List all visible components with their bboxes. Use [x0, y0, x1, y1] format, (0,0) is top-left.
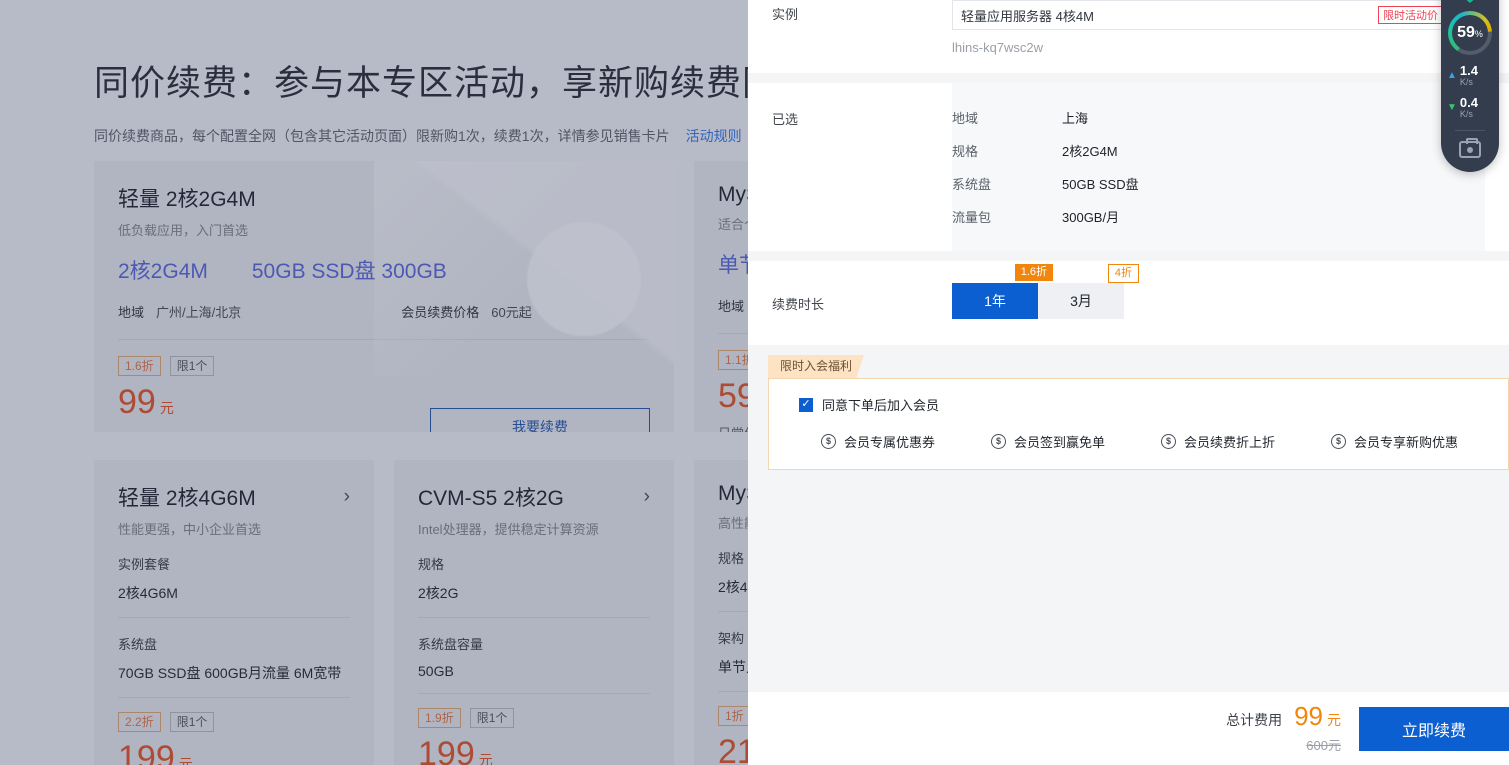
perk-label: 会员签到赢免单	[1014, 435, 1106, 450]
coin-icon: $	[1161, 434, 1176, 449]
instance-box[interactable]: 轻量应用服务器 4核4M 限时活动价	[952, 0, 1452, 30]
cpu-usage-text: 59%	[1457, 24, 1483, 42]
arrow-down-icon: ▼	[1447, 102, 1457, 114]
duration-tab-1year[interactable]: 1年 1.6折	[952, 264, 1053, 319]
list-item: $ 会员专享新购优惠	[1331, 432, 1501, 451]
download-speed-value: 0.4	[1459, 95, 1478, 111]
camera-icon[interactable]	[1459, 138, 1481, 159]
perk-label: 会员专享新购优惠	[1354, 435, 1459, 450]
selected-config-panel: 地域 上海 规格 2核2G4M 系统盘 50GB SSD盘 流量包 300GB/…	[952, 83, 1485, 251]
selected-row: 流量包 300GB/月	[952, 200, 1485, 233]
download-speed-unit: K/s	[1459, 108, 1473, 119]
total-label: 总计费用	[1226, 712, 1283, 728]
instance-name: 轻量应用服务器 4核4M	[961, 8, 1094, 24]
modal-instance-section: 实例 轻量应用服务器 4核4M 限时活动价 lhins-kq7wsc2w	[748, 0, 1509, 73]
modal-scroll-area[interactable]: 实例 轻量应用服务器 4核4M 限时活动价 lhins-kq7wsc2w 已选 …	[748, 0, 1509, 692]
duration-discount-badge: 4折	[1107, 264, 1139, 283]
cpu-usage-gauge[interactable]: 59%	[1448, 11, 1492, 55]
upload-speed-unit: K/s	[1459, 76, 1473, 87]
perk-label: 会员专属优惠券	[844, 435, 936, 450]
instance-row-label: 实例	[772, 7, 799, 22]
modal-footer-bar: 总计费用 99 元 600元 立即续费	[748, 692, 1509, 765]
selected-value: 上海	[1062, 111, 1089, 126]
list-item: $ 会员续费折上折	[1161, 432, 1331, 451]
duration-tab-label: 1年	[984, 293, 1006, 309]
upload-speed-row: ▲ 1.4 K/s	[1447, 64, 1493, 87]
shield-check-icon[interactable]: ✓	[1458, 0, 1482, 3]
modal-selected-section: 已选 地域 上海 规格 2核2G4M 系统盘 50GB SSD盘 流量包 300…	[748, 83, 1509, 251]
download-speed-row: ▼ 0.4 K/s	[1447, 96, 1493, 119]
agree-checkbox[interactable]: ✓	[799, 397, 813, 412]
selected-key: 规格	[952, 144, 979, 159]
confirm-renew-button[interactable]: 立即续费	[1359, 706, 1509, 751]
total-price-value: 99	[1294, 701, 1323, 731]
selected-key: 流量包	[952, 210, 992, 225]
coin-icon: $	[821, 434, 836, 449]
instance-id: lhins-kq7wsc2w	[952, 40, 1044, 55]
duration-tab-group: 1年 1.6折 3月 4折	[952, 264, 1139, 319]
agree-label: 同意下单后加入会员	[822, 398, 940, 413]
benefit-tab-label[interactable]: 限时入会福利	[768, 355, 865, 378]
total-price-unit: 元	[1327, 712, 1341, 728]
monitor-divider	[1455, 130, 1485, 132]
floating-system-monitor[interactable]: ✓ 59% ▲ 1.4 K/s ▼ 0.4 K/s	[1441, 0, 1499, 172]
selected-key: 系统盘	[952, 177, 992, 192]
duration-label: 续费时长	[772, 297, 825, 312]
cpu-usage-value: 59	[1457, 24, 1475, 41]
selected-label: 已选	[772, 112, 799, 127]
list-item: $ 会员签到赢免单	[991, 432, 1161, 451]
perk-label: 会员续费折上折	[1184, 435, 1276, 450]
selected-row: 规格 2核2G4M	[952, 134, 1485, 167]
selected-value: 2核2G4M	[1062, 144, 1118, 159]
arrow-up-icon: ▲	[1447, 70, 1457, 82]
selected-row: 系统盘 50GB SSD盘	[952, 167, 1485, 200]
selected-value: 300GB/月	[1062, 210, 1120, 225]
join-member-agree-row[interactable]: ✓ 同意下单后加入会员	[799, 395, 1508, 414]
total-price: 99 元	[1294, 703, 1341, 729]
selected-key: 地域	[952, 111, 979, 126]
membership-benefit-card: 限时入会福利 ✓ 同意下单后加入会员 $ 会员专属优惠券 $ 会员签到赢免单 $…	[768, 355, 1509, 470]
member-perk-list: $ 会员专属优惠券 $ 会员签到赢免单 $ 会员续费折上折 $ 会员专享新购优惠	[799, 432, 1508, 451]
list-item: $ 会员专属优惠券	[821, 432, 991, 451]
renew-order-modal: 实例 轻量应用服务器 4核4M 限时活动价 lhins-kq7wsc2w 已选 …	[748, 0, 1509, 765]
total-original-price: 600元	[1306, 738, 1341, 753]
selected-row: 地域 上海	[952, 101, 1485, 134]
instance-promo-badge: 限时活动价	[1378, 6, 1443, 24]
total-cost-block: 总计费用 99 元 600元	[1226, 703, 1341, 754]
duration-discount-badge: 1.6折	[1014, 264, 1053, 281]
upload-speed-value: 1.4	[1459, 63, 1478, 78]
coin-icon: $	[991, 434, 1006, 449]
percent-sign: %	[1474, 29, 1483, 39]
modal-duration-section: 续费时长 1年 1.6折 3月 4折	[748, 261, 1509, 345]
coin-icon: $	[1331, 434, 1346, 449]
selected-value: 50GB SSD盘	[1062, 177, 1139, 192]
duration-tab-label: 3月	[1070, 293, 1092, 309]
duration-tab-3month[interactable]: 3月 4折	[1038, 264, 1139, 319]
